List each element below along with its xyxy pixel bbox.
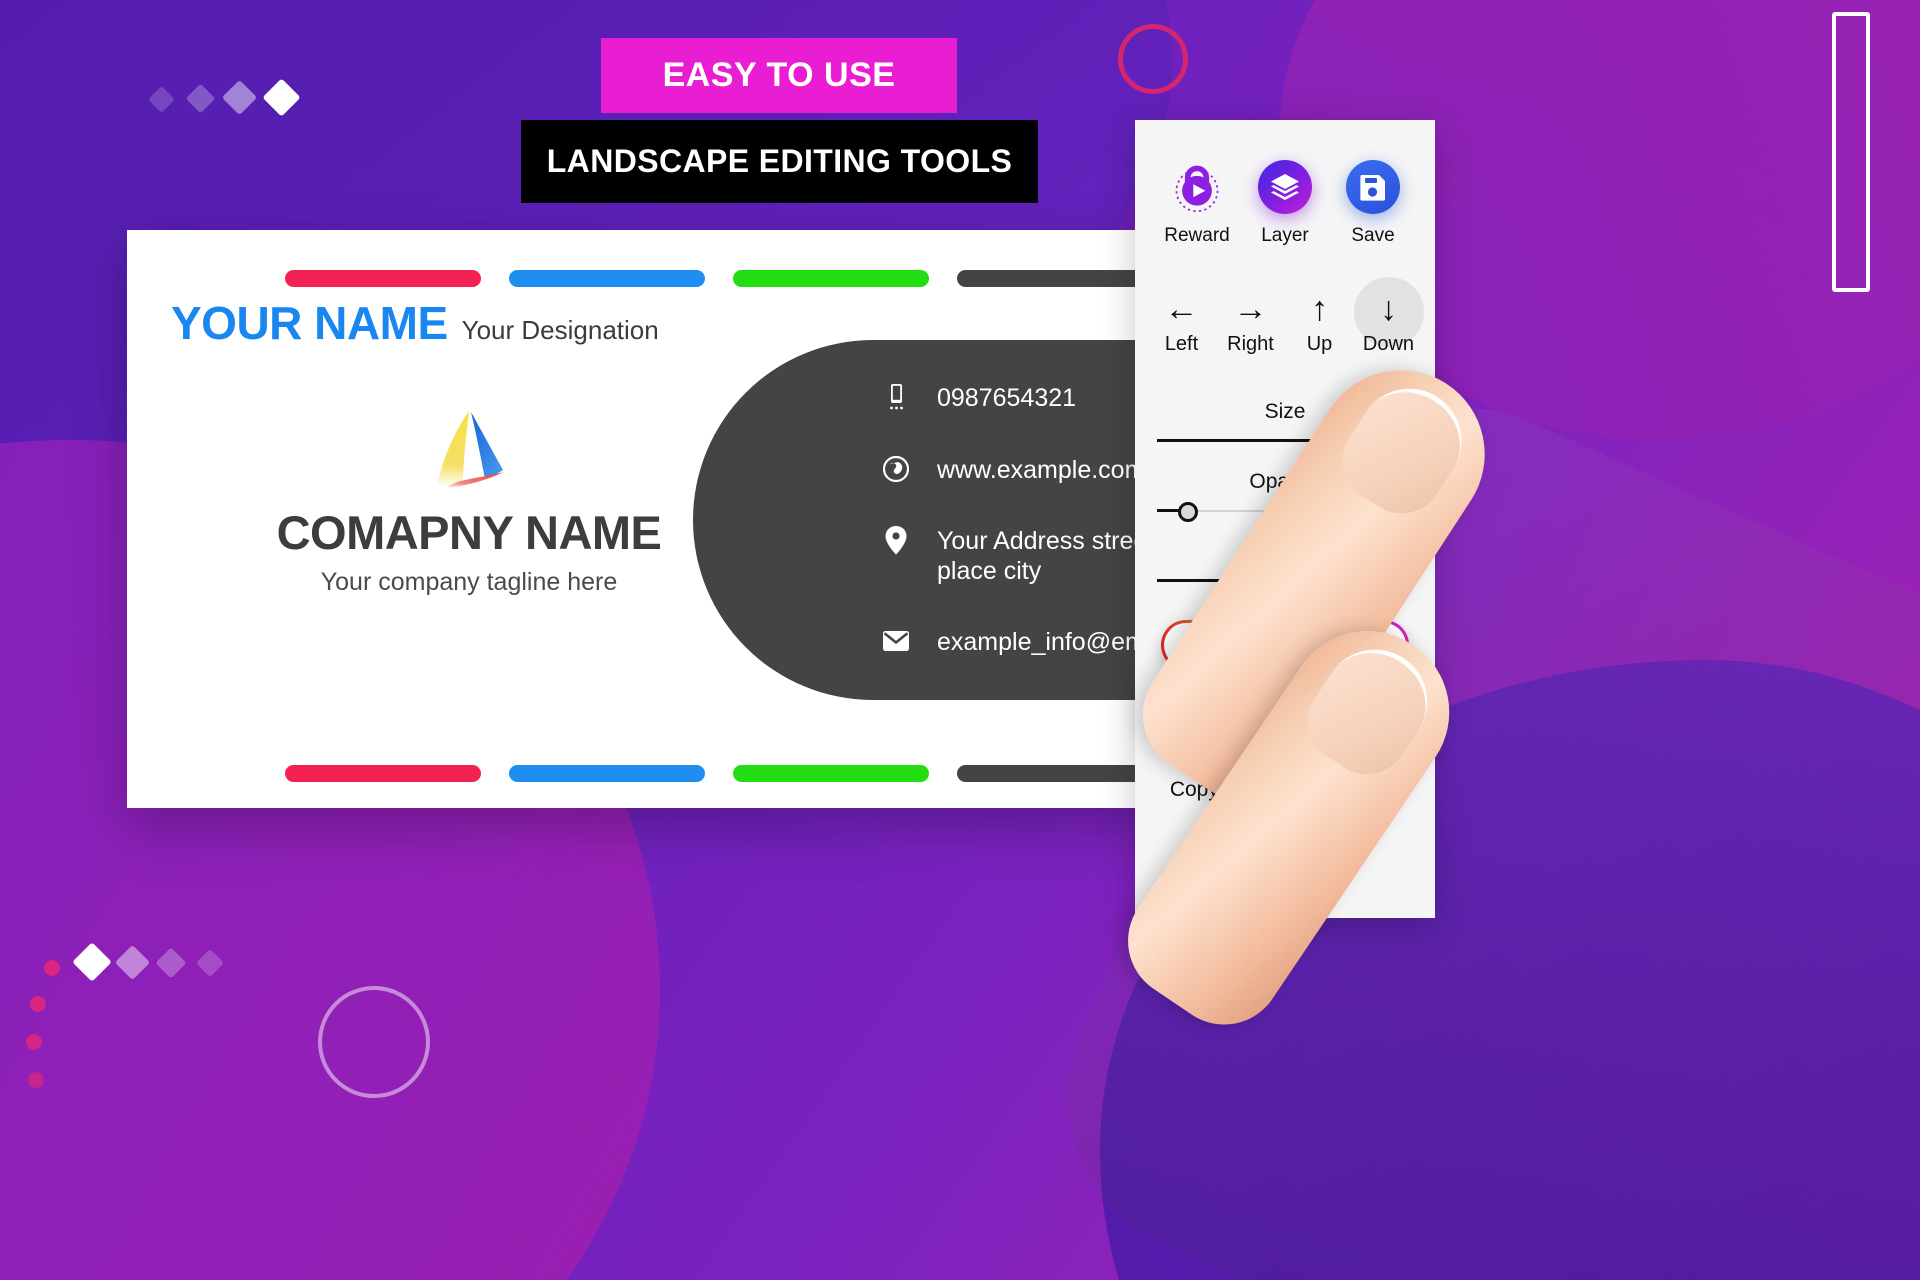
contact-phone-value[interactable]: 0987654321 <box>937 382 1076 414</box>
save-button[interactable]: Save <box>1336 160 1410 247</box>
opacity-slider[interactable]: Opacity <box>1157 470 1413 524</box>
panel-direction-controls: ← Left → Right ↑ Up ↓ Down <box>1135 247 1435 356</box>
save-label: Save <box>1351 225 1395 246</box>
move-up-button[interactable]: ↑ Up <box>1288 291 1352 356</box>
size-slider[interactable]: Size <box>1157 400 1413 454</box>
opacity-slider-knob[interactable] <box>1177 502 1198 522</box>
move-down-button[interactable]: ↓ Down <box>1353 277 1424 356</box>
arrow-up-icon: ↑ <box>1311 290 1328 328</box>
flip-horizontal-icon <box>1266 728 1304 766</box>
color-bar <box>285 765 481 782</box>
opacity-slider-track[interactable] <box>1157 498 1413 524</box>
decor-circle-outline-pink <box>1118 24 1188 94</box>
move-right-button[interactable]: → Right <box>1219 291 1283 356</box>
move-right-label: Right <box>1227 333 1274 355</box>
move-up-label: Up <box>1306 333 1333 355</box>
landscape-editing-tools-banner: LANDSCAPE EDITING TOOLS <box>521 120 1038 203</box>
rotate-slider-knob[interactable] <box>1374 572 1395 592</box>
arrow-down-icon: ↓ <box>1380 290 1397 328</box>
copy-label: Copy <box>1169 778 1219 801</box>
card-name[interactable]: YOUR NAME <box>171 296 448 350</box>
rotate-slider-track[interactable] <box>1157 568 1413 594</box>
size-slider-label: Size <box>1264 400 1306 423</box>
floppy-disk-icon <box>1346 160 1400 214</box>
color-bar <box>509 765 705 782</box>
lock-play-icon <box>1170 160 1224 214</box>
globe-icon <box>883 454 909 484</box>
flip-vertical-button[interactable]: Flip V <box>1336 728 1416 802</box>
decor-dot-arc <box>26 960 86 1140</box>
landscape-editing-tools-label: LANDSCAPE EDITING TOOLS <box>546 143 1013 179</box>
move-left-button[interactable]: ← Left <box>1150 291 1214 356</box>
card-company-name[interactable]: COMAPNY NAME <box>209 505 729 560</box>
card-company-block: COMAPNY NAME Your company tagline here <box>209 405 729 597</box>
flip-horizontal-button[interactable]: Flip H <box>1245 728 1325 802</box>
triangle-swoosh-logo-icon <box>437 411 504 488</box>
text-color-label: Text Color <box>1252 632 1361 657</box>
flip-vertical-label: Flip V <box>1348 778 1403 801</box>
envelope-icon <box>883 626 909 656</box>
decor-circle-outline-purple <box>318 986 430 1098</box>
layer-label: Layer <box>1261 225 1309 246</box>
color-wheel-icon <box>1209 630 1240 660</box>
color-bar <box>733 765 929 782</box>
move-down-label: Down <box>1362 333 1415 355</box>
mobile-phone-icon <box>883 382 909 412</box>
opacity-slider-label: Opacity <box>1249 470 1321 493</box>
size-slider-knob[interactable] <box>1354 432 1375 452</box>
slider-fill <box>1157 439 1365 442</box>
decor-rectangle-outline <box>1832 12 1870 292</box>
color-bar <box>509 270 705 287</box>
editing-tools-panel: Reward Layer Save ← Left → Right ↑ Up ↓ … <box>1135 120 1435 918</box>
rotate-slider-label: Rotate <box>1254 540 1316 563</box>
move-left-label: Left <box>1164 333 1199 355</box>
business-card-preview[interactable]: YOUR NAME Your Designation COMAPNY NAME … <box>127 230 1251 808</box>
company-logo[interactable] <box>209 405 729 497</box>
easy-to-use-label: EASY TO USE <box>662 56 896 94</box>
flip-horizontal-label: Flip H <box>1257 778 1313 801</box>
arrow-left-icon: ← <box>1164 290 1199 328</box>
card-top-color-bars <box>127 270 1251 287</box>
layers-icon <box>1258 160 1312 214</box>
easy-to-use-banner: EASY TO USE <box>601 38 957 113</box>
color-bar <box>733 270 929 287</box>
panel-top-actions: Reward Layer Save <box>1135 120 1435 247</box>
copy-button[interactable]: Copy <box>1154 728 1234 802</box>
copy-icon <box>1177 728 1212 766</box>
color-bar <box>285 270 481 287</box>
location-pin-icon <box>883 525 909 555</box>
layer-button[interactable]: Layer <box>1248 160 1322 247</box>
rotate-slider[interactable]: Rotate <box>1157 540 1413 594</box>
reward-label: Reward <box>1164 225 1230 246</box>
card-bottom-color-bars <box>127 765 1251 782</box>
text-color-wrapper: Text Color <box>1135 594 1435 670</box>
arrow-right-icon: → <box>1233 290 1268 328</box>
contact-website-value[interactable]: www.example.com <box>937 454 1145 486</box>
reward-button[interactable]: Reward <box>1160 160 1234 247</box>
text-color-button[interactable]: Text Color <box>1161 620 1409 670</box>
slider-fill <box>1157 579 1385 582</box>
panel-sliders: Size Opacity Rotate <box>1135 356 1435 594</box>
card-tagline[interactable]: Your company tagline here <box>209 568 729 597</box>
color-bar <box>957 765 1153 782</box>
color-bar <box>957 270 1153 287</box>
card-designation[interactable]: Your Designation <box>462 315 659 346</box>
size-slider-track[interactable] <box>1157 428 1413 454</box>
panel-bottom-actions: Copy Flip H Flip V <box>1135 670 1435 802</box>
card-name-row: YOUR NAME Your Designation <box>171 296 659 350</box>
flip-vertical-icon <box>1359 728 1393 766</box>
